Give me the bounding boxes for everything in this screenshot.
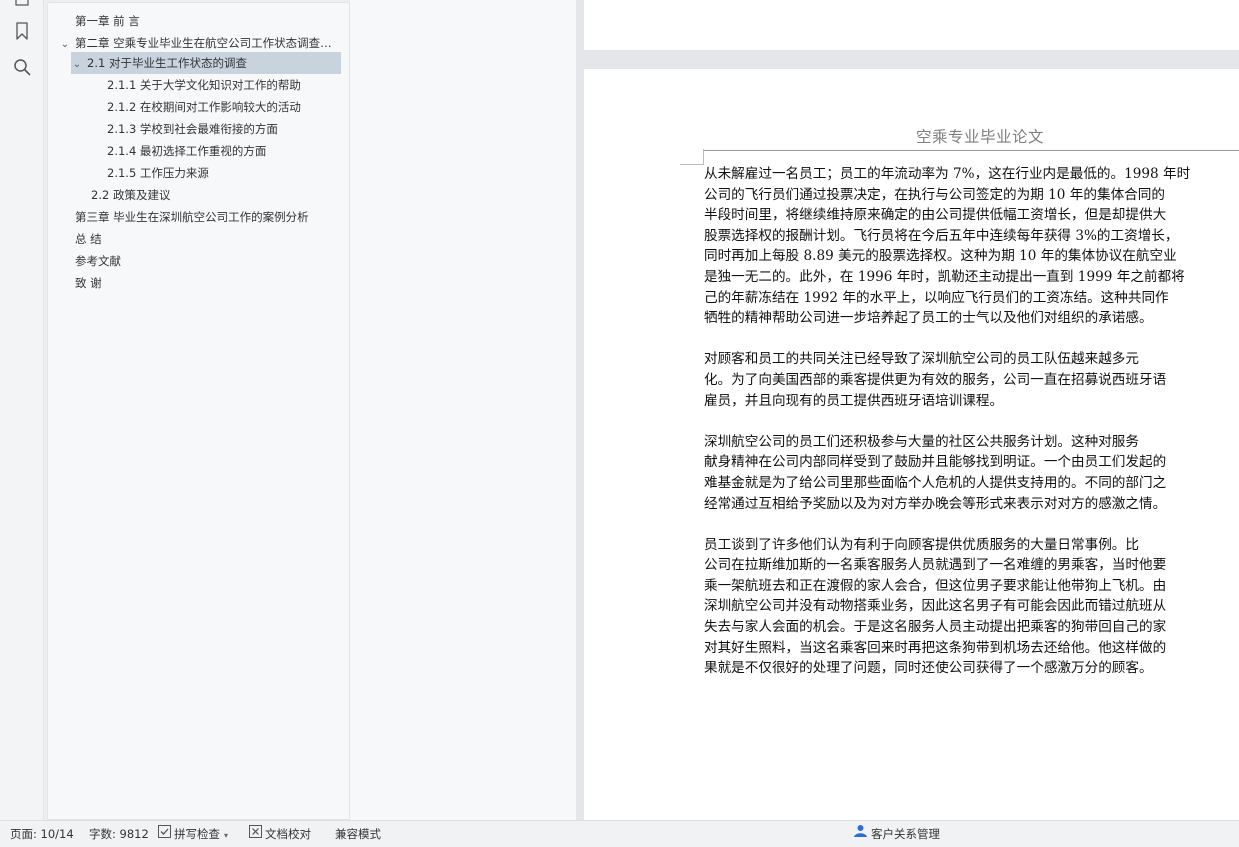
- crm-button[interactable]: 客户关系管理: [853, 821, 940, 847]
- text-line: 深圳航空公司并没有动物搭乘业务，因此这名男子有可能会因此而错过航班从: [704, 598, 1167, 615]
- previous-page[interactable]: [584, 0, 1239, 50]
- left-rail: [0, 0, 44, 820]
- text-line: 员工谈到了许多他们认为有利于向顾客提供优质服务的大量日常事例。比: [704, 536, 1139, 553]
- outline-item-2-1-2[interactable]: 2.1.2 在校期间对工作影响较大的活动: [107, 96, 337, 118]
- margin-corner-mark: [680, 149, 704, 165]
- text-line: 果就是不仅很好的处理了问题，同时还使公司获得了一个感激万分的顾客。: [704, 660, 1153, 677]
- outline-item-2-2[interactable]: 2.2 政策及建议: [91, 184, 331, 206]
- text-line: 对其好生照料，当这名乘客回来时再把这条狗带到机场去还给他。他这样做的: [704, 639, 1167, 656]
- crm-icon: [853, 821, 868, 847]
- outline-item-references[interactable]: 参考文献: [75, 250, 345, 272]
- text-line: 公司在拉斯维加斯的一名乘客服务人员就遇到了一名难缠的男乘客，当时他要: [704, 557, 1167, 574]
- text-line: 经常通过互相给予奖励以及为对方举办晚会等形式来表示对对方的感激之情。: [704, 495, 1167, 512]
- outline-item-2-1-1[interactable]: 2.1.1 关于大学文化知识对工作的帮助: [107, 74, 337, 96]
- workspace-gutter: [350, 0, 584, 820]
- proofread-label: 文档校对: [265, 827, 311, 841]
- page-header: 空乘专业毕业论文: [916, 128, 1045, 146]
- bookmark-icon[interactable]: [12, 21, 32, 41]
- text-line: 献身精神在公司内部同样受到了鼓励并且能够找到明证。一个由员工们发起的: [704, 454, 1167, 471]
- outline-item-chapter1[interactable]: 第一章 前 言: [75, 10, 345, 32]
- text-line: 对顾客和员工的共同关注已经导致了深圳航空公司的员工队伍越来越多元: [704, 351, 1139, 368]
- check-icon: [158, 821, 171, 847]
- page-counter[interactable]: 页面: 10/14: [10, 821, 74, 847]
- text-line: 难基金就是为了给公司里那些面临个人危机的人提供支持用的。不同的部门之: [704, 474, 1167, 491]
- text-line: 股票选择权的报酬计划。飞行员将在今后五年中连续每年获得 3%的工资增长，: [704, 227, 1179, 244]
- word-count[interactable]: 字数: 9812: [89, 821, 149, 847]
- text-line: 是独一无二的。此外，在 1996 年时，凯勒还主动提出一直到 1999 年之前都…: [704, 268, 1185, 285]
- dropdown-arrow-icon[interactable]: ▾: [224, 831, 228, 840]
- outline-item-2-1-5[interactable]: 2.1.5 工作压力来源: [107, 162, 337, 184]
- text-line: 半段时间里，将继续维持原来确定的由公司提供低幅工资增长，但是却提供大: [704, 207, 1167, 224]
- status-bar: 页面: 10/14 字数: 9812 拼写检查 ▾ 文档校对 兼容模式 客户关系管…: [0, 820, 1239, 847]
- chevron-down-icon[interactable]: ⌄: [59, 34, 71, 54]
- outline-panel: 第一章 前 言 ⌄ 第二章 空乘专业毕业生在航空公司工作状态调查与分析 ⌄ 2.1 …: [47, 2, 350, 820]
- document-page[interactable]: 空乘专业毕业论文 从未解雇过一名员工；员工的年流动率为 7%，这在行业内是最低的…: [584, 69, 1239, 820]
- header-rule: [704, 150, 1239, 151]
- chevron-down-icon[interactable]: ⌄: [71, 54, 83, 74]
- text-line: 失去与家人会面的机会。于是这名服务人员主动提出把乘客的狗带回自己的家: [704, 619, 1167, 636]
- text-line: 同时再加上每股 8.89 美元的股票选择权。这种为期 10 年的集体协议在航空业: [704, 248, 1177, 265]
- text-line: 乘一架航班去和正在渡假的家人会合，但这位男子要求能让他带狗上飞机。由: [704, 577, 1167, 594]
- proof-icon: [249, 821, 262, 847]
- text-line: 化。为了向美国西部的乘客提供更为有效的服务，公司一直在招募说西班牙语: [704, 371, 1167, 388]
- text-line: 雇员，并且向现有的员工提供西班牙语培训课程。: [704, 392, 1004, 409]
- outline-item-chapter2[interactable]: ⌄ 第二章 空乘专业毕业生在航空公司工作状态调查与分析: [59, 32, 339, 54]
- search-icon[interactable]: [12, 57, 32, 77]
- spell-check-label: 拼写检查: [174, 827, 220, 841]
- outline-item-thanks[interactable]: 致 谢: [75, 272, 345, 294]
- text-line: 从未解雇过一名员工；员工的年流动率为 7%，这在行业内是最低的。1998 年时: [704, 166, 1191, 182]
- outline-item-2-1-4[interactable]: 2.1.4 最初选择工作重视的方面: [107, 140, 337, 162]
- proofread-button[interactable]: 文档校对: [249, 821, 311, 847]
- text-line: 牺牲的精神帮助公司进一步培养起了员工的士气以及他们对组织的承诺感。: [704, 310, 1153, 327]
- outline-item-2-1-3[interactable]: 2.1.3 学校到社会最难衔接的方面: [107, 118, 337, 140]
- spell-check-button[interactable]: 拼写检查 ▾: [158, 821, 228, 847]
- outline-item-2-1[interactable]: ⌄ 2.1 对于毕业生工作状态的调查: [71, 52, 341, 74]
- compat-mode-label[interactable]: 兼容模式: [335, 821, 381, 847]
- text-line: 公司的飞行员们通过投票决定，在执行与公司签定的为期 10 年的集体合同的: [704, 186, 1165, 203]
- document-body[interactable]: 从未解雇过一名员工；员工的年流动率为 7%，这在行业内是最低的。1998 年时公…: [704, 164, 1239, 679]
- crm-label: 客户关系管理: [871, 827, 940, 841]
- text-line: 深圳航空公司的员工们还积极参与大量的社区公共服务计划。这种对服务: [704, 433, 1139, 450]
- list-icon[interactable]: [12, 0, 32, 8]
- outline-item-summary[interactable]: 总 结: [75, 228, 345, 250]
- outline-item-chapter3[interactable]: 第三章 毕业生在深圳航空公司工作的案例分析: [75, 206, 345, 228]
- text-line: 己的年薪冻结在 1992 年的水平上，以响应飞行员们的工资冻结。这种共同作: [704, 289, 1169, 306]
